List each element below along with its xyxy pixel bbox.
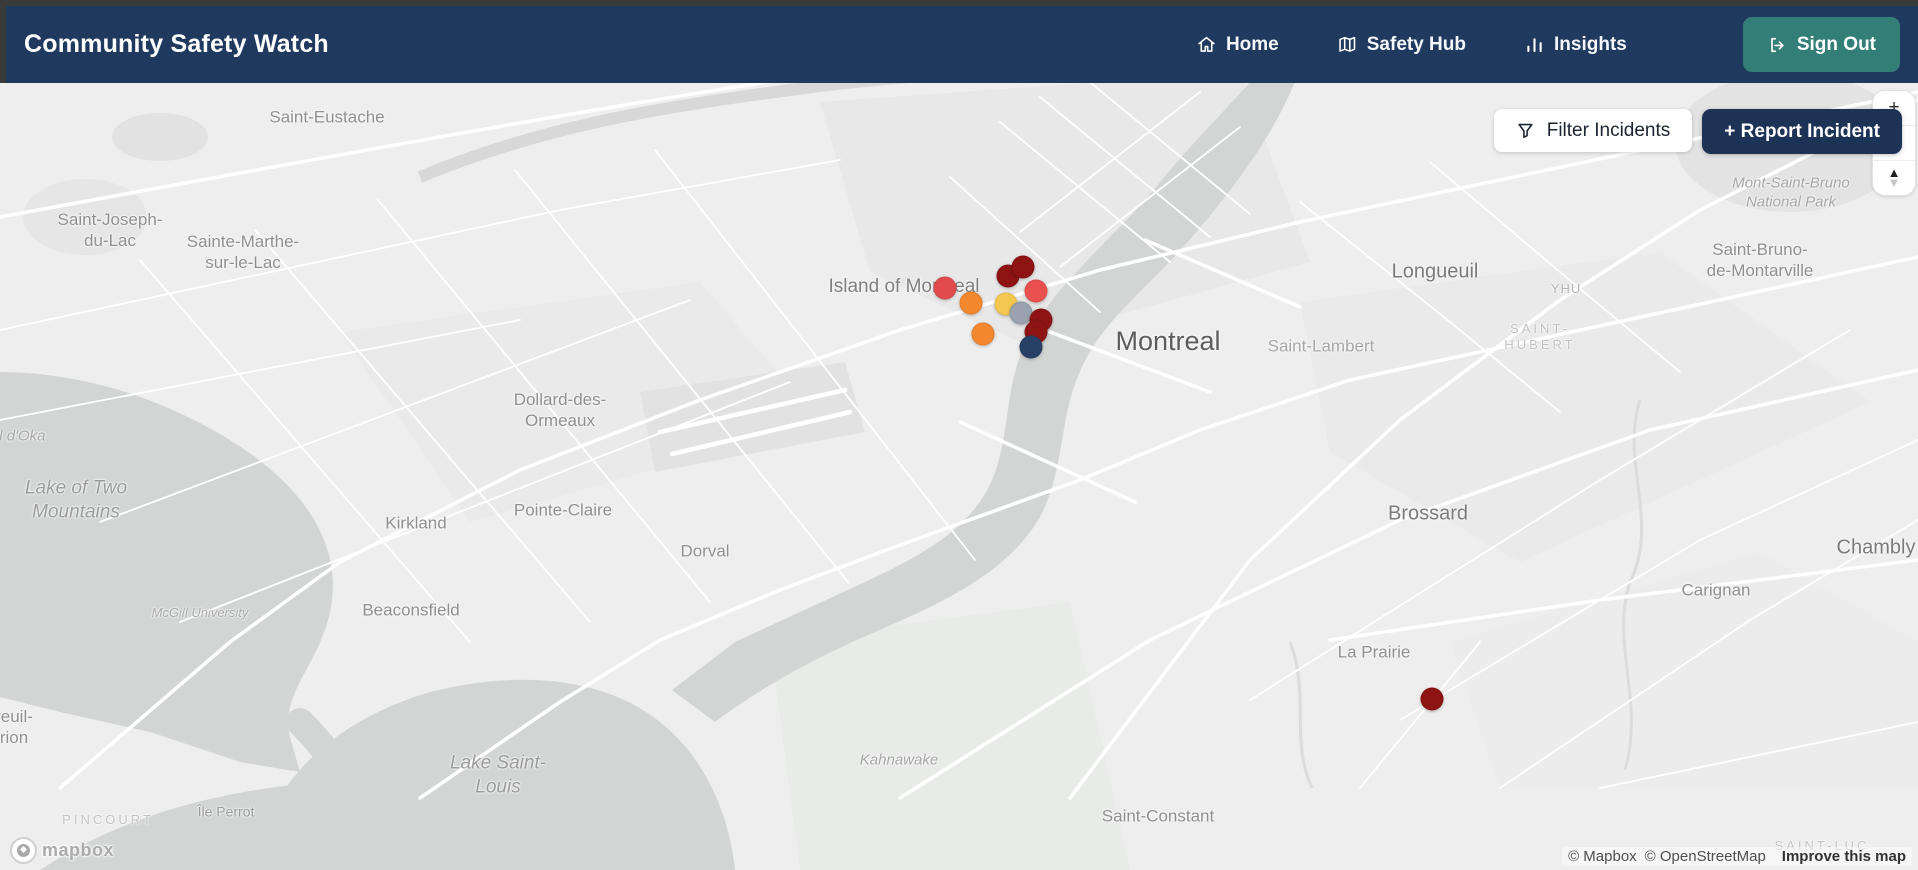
incident-marker[interactable] <box>1420 687 1444 711</box>
app-header: Community Safety Watch Home Safety Hub I… <box>0 6 1918 83</box>
window-top-edge <box>0 0 1918 6</box>
mapbox-credit[interactable]: © Mapbox <box>1568 848 1637 865</box>
mapbox-logo[interactable]: mapbox <box>10 837 114 864</box>
nav-item-home[interactable]: Home <box>1196 34 1279 56</box>
incident-marker[interactable] <box>971 322 995 346</box>
report-incident-button[interactable]: + Report Incident <box>1702 109 1902 154</box>
incident-marker[interactable] <box>959 291 983 315</box>
incident-marker[interactable] <box>1024 279 1048 303</box>
nav-item-label: Insights <box>1554 33 1627 55</box>
pitch-control[interactable]: ▲ ▼ <box>1873 160 1915 195</box>
mapbox-pin-icon <box>10 837 37 864</box>
home-icon <box>1198 36 1215 52</box>
filter-icon <box>1518 123 1533 139</box>
osm-credit[interactable]: © OpenStreetMap <box>1645 848 1766 865</box>
filter-incidents-button[interactable]: Filter Incidents <box>1493 109 1693 152</box>
sign-out-button[interactable]: Sign Out <box>1742 17 1900 72</box>
filter-incidents-label: Filter Incidents <box>1546 119 1671 141</box>
bar-chart-icon <box>1527 38 1542 53</box>
incident-marker[interactable] <box>933 276 957 300</box>
app-title: Community Safety Watch <box>24 30 329 58</box>
map-icon <box>1339 36 1356 52</box>
sign-out-icon <box>1771 37 1784 52</box>
incident-marker[interactable] <box>1011 255 1035 279</box>
main-nav: Home Safety Hub Insights Sign Out <box>1196 17 1900 72</box>
window-left-edge <box>0 0 6 83</box>
map-background <box>0 82 1918 870</box>
pitch-down-icon: ▼ <box>1887 175 1901 190</box>
nav-item-safety-hub[interactable]: Safety Hub <box>1337 34 1466 56</box>
mapbox-wordmark: mapbox <box>42 840 115 860</box>
map-canvas[interactable] <box>0 82 1918 870</box>
map-attribution: © Mapbox © OpenStreetMap Improve this map <box>1562 847 1912 866</box>
incident-marker[interactable] <box>1019 335 1043 359</box>
nav-item-label: Safety Hub <box>1366 33 1466 55</box>
sign-out-label: Sign Out <box>1796 33 1876 55</box>
map-toolbar: Filter Incidents + Report Incident <box>1493 109 1902 154</box>
improve-map-link[interactable]: Improve this map <box>1782 848 1906 865</box>
nav-item-label: Home <box>1225 33 1279 55</box>
nav-item-insights[interactable]: Insights <box>1524 34 1627 56</box>
